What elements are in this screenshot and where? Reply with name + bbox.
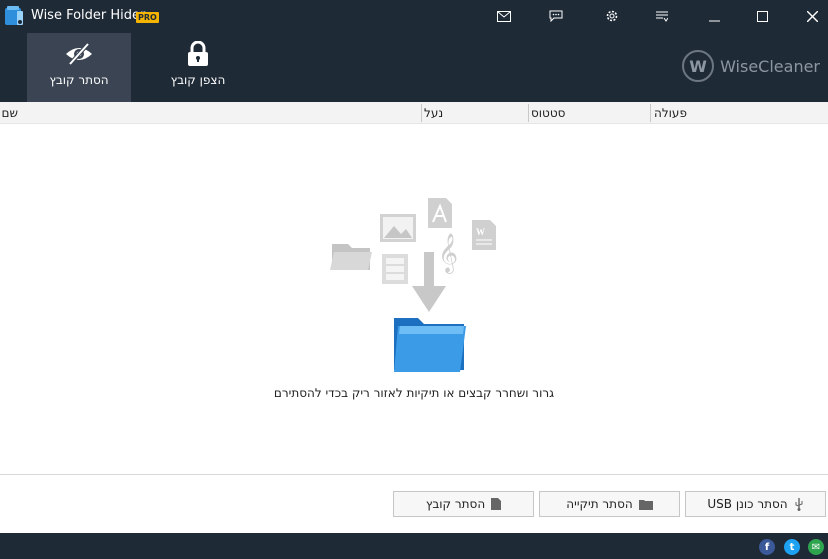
folder-icon [638, 499, 653, 510]
wisecleaner-logo-icon: W [682, 50, 715, 82]
hide-usb-button[interactable]: הסתר כונן USB [685, 491, 826, 517]
document-icon: W [472, 220, 496, 250]
tab-hide-file[interactable]: הסתר קובץ [27, 33, 131, 102]
brand-name: WiseCleaner [720, 56, 820, 76]
column-separator[interactable] [421, 104, 422, 122]
tab-encrypt-file-label: הצפן קובץ [170, 73, 226, 87]
settings-button[interactable] [594, 0, 630, 32]
column-lock[interactable]: נעל [424, 102, 443, 124]
maximize-icon [756, 10, 768, 22]
chat-icon [549, 10, 563, 22]
mail-icon [497, 10, 511, 22]
footer: f t ✉ [0, 533, 828, 559]
drop-zone[interactable]: W 𝄞 גרור ושחרר קבצים או תיקיות לאזור ריק… [0, 124, 828, 474]
pro-badge: PRO [136, 12, 159, 23]
svg-text:𝄞: 𝄞 [438, 233, 458, 274]
bottom-divider [0, 474, 828, 475]
film-icon [382, 254, 408, 284]
minimize-button[interactable] [696, 0, 732, 32]
music-icon: 𝄞 [438, 233, 458, 274]
column-name[interactable]: שם [2, 102, 18, 124]
hide-file-button[interactable]: הסתר קובץ [393, 491, 534, 517]
mail-button[interactable] [486, 0, 522, 32]
email-icon[interactable]: ✉ [808, 539, 824, 555]
app-window: Wise Folder Hider PRO הסתר קובץ הצפן קוב… [0, 0, 828, 559]
tab-encrypt-file[interactable]: הצפן קובץ [146, 33, 250, 102]
column-separator[interactable] [528, 104, 529, 122]
eye-slash-icon [66, 42, 92, 66]
menu-icon [656, 11, 668, 22]
file-icon [491, 498, 502, 510]
hide-folder-button-label: הסתר תיקייה [566, 497, 633, 511]
title-bar: Wise Folder Hider PRO [0, 0, 828, 32]
close-button[interactable] [794, 0, 828, 32]
app-logo-icon [5, 6, 23, 25]
svg-text:W: W [476, 227, 485, 237]
app-title: Wise Folder Hider [31, 8, 146, 23]
column-separator[interactable] [650, 104, 651, 122]
menu-button[interactable] [644, 0, 680, 32]
lock-icon [188, 41, 208, 66]
facebook-icon[interactable]: f [759, 539, 775, 555]
maximize-button[interactable] [744, 0, 780, 32]
gear-icon [606, 10, 618, 22]
minimize-icon [708, 20, 720, 21]
feedback-button[interactable] [538, 0, 574, 32]
pdf-icon [428, 198, 452, 228]
twitter-icon[interactable]: t [784, 539, 800, 555]
folder-gray-icon [330, 244, 372, 270]
tab-hide-file-label: הסתר קובץ [49, 73, 109, 87]
hide-usb-button-label: הסתר כונן USB [707, 497, 788, 511]
hide-folder-button[interactable]: הסתר תיקייה [539, 491, 680, 517]
drag-drop-illustration: W 𝄞 [330, 198, 496, 372]
list-column-header: שם נעל סטטוס פעולה [0, 102, 828, 124]
column-status[interactable]: סטטוס [531, 102, 565, 124]
hide-file-button-label: הסתר קובץ [425, 497, 486, 511]
header: Wise Folder Hider PRO הסתר קובץ הצפן קוב… [0, 0, 828, 102]
close-icon [806, 10, 818, 22]
image-icon [380, 214, 416, 242]
wisecleaner-brand[interactable]: W WiseCleaner [682, 50, 820, 82]
drop-hint-text: גרור ושחרר קבצים או תיקיות לאזור ריק בכד… [273, 386, 555, 400]
column-action[interactable]: פעולה [654, 102, 687, 124]
usb-icon [795, 497, 803, 511]
folder-blue-icon [394, 318, 466, 372]
